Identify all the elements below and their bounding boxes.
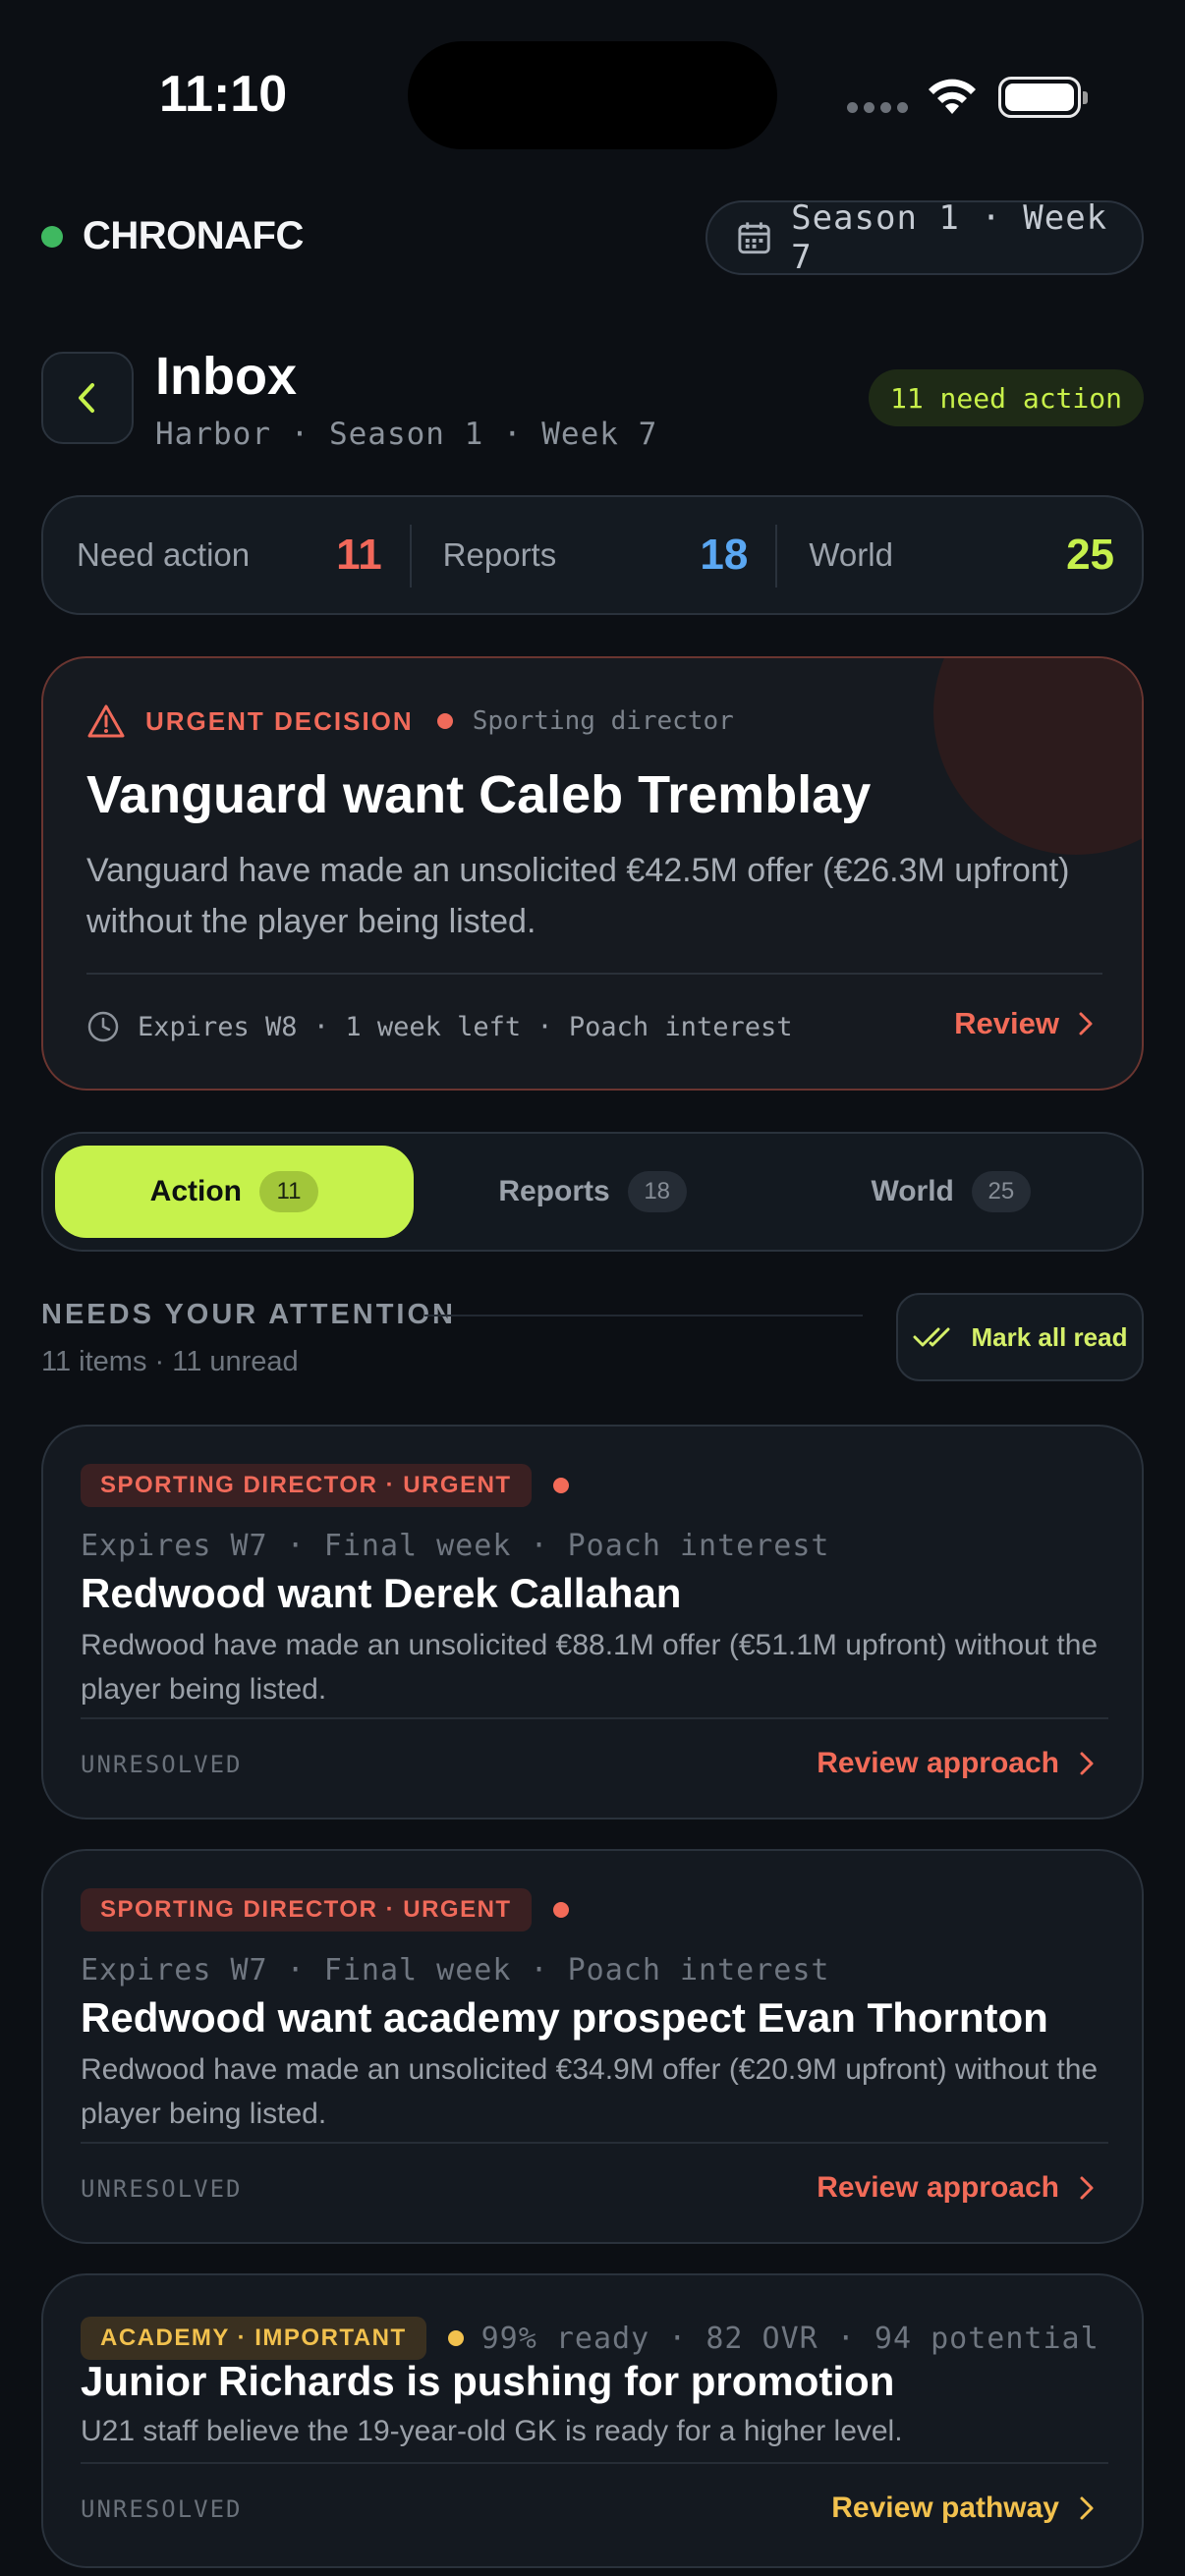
section-title: NEEDS YOUR ATTENTION: [41, 1299, 456, 1330]
card-status: UNRESOLVED: [81, 1751, 243, 1778]
review-label: Review: [954, 1006, 1059, 1040]
review-button[interactable]: Review: [954, 1006, 1095, 1041]
stat-value: 18: [700, 531, 749, 579]
divider: [81, 2462, 1108, 2464]
card-meta: 99% ready · 82 OVR · 94 potential: [480, 2321, 1100, 2356]
action-label: Review pathway: [831, 2492, 1059, 2524]
stat-world: World 25: [775, 497, 1142, 613]
warning-icon: [87, 704, 125, 738]
tab-label: World: [871, 1175, 954, 1207]
urgent-body: Vanguard have made an unsolicited €42.5M…: [86, 852, 1070, 940]
urgent-title: Vanguard want Caleb Tremblay: [86, 765, 872, 824]
inbox-card[interactable]: ACADEMY · IMPORTANT 99% ready · 82 OVR ·…: [41, 2273, 1144, 2568]
tab-reports[interactable]: Reports 18: [414, 1146, 772, 1238]
card-meta: Expires W7 · Final week · Poach interest: [81, 1529, 830, 1563]
double-check-icon: [913, 1327, 949, 1347]
stat-label: World: [809, 536, 893, 573]
review-pathway-button[interactable]: Review pathway: [831, 2492, 1095, 2525]
card-meta: Expires W7 · Final week · Poach interest: [81, 1953, 830, 1988]
mark-all-read-label: Mark all read: [971, 1321, 1128, 1352]
online-status-dot: [41, 226, 63, 248]
card-status: UNRESOLVED: [81, 2175, 243, 2203]
chevron-right-icon: [1080, 1752, 1094, 1775]
tab-label: Action: [149, 1175, 242, 1207]
back-button[interactable]: [41, 352, 134, 444]
action-label: Review approach: [817, 1747, 1059, 1779]
need-action-badge: 11 need action: [869, 369, 1144, 426]
divider: [86, 973, 1102, 975]
calendar-icon: [738, 222, 770, 254]
tab-count: 18: [627, 1171, 687, 1212]
card-title: Redwood want Derek Callahan: [81, 1570, 682, 1616]
review-approach-button[interactable]: Review approach: [817, 1747, 1095, 1780]
stat-need-action: Need action 11: [43, 497, 410, 613]
chevron-left-icon: [79, 383, 94, 413]
chevron-right-icon: [1080, 2176, 1094, 2200]
wifi-icon: [929, 79, 976, 114]
unread-dot: [447, 2330, 464, 2346]
season-week-label: Season 1 · Week 7: [791, 198, 1108, 277]
mark-all-read-button[interactable]: Mark all read: [896, 1293, 1144, 1381]
battery-icon: [998, 77, 1088, 118]
inbox-card[interactable]: SPORTING DIRECTOR · URGENT Expires W7 · …: [41, 1849, 1144, 2244]
divider: [81, 2142, 1108, 2144]
stat-value: 11: [336, 531, 382, 579]
unread-dot: [436, 713, 453, 729]
section-subtitle: 11 items · 11 unread: [41, 1346, 299, 1377]
brand-name: CHRONAFC: [83, 214, 304, 257]
card-body: Redwood have made an unsolicited €88.1M …: [81, 1629, 1099, 1706]
status-bar: 11:10: [0, 0, 1185, 196]
inbox-tabs: Action 11 Reports 18 World 25: [41, 1132, 1144, 1252]
tab-count: 25: [971, 1171, 1031, 1212]
tab-label: Reports: [498, 1175, 610, 1207]
decorative-glow: [933, 658, 1142, 855]
clock-icon: [87, 1011, 119, 1042]
unread-dot: [552, 1478, 569, 1493]
card-title: Junior Richards is pushing for promotion: [81, 2358, 895, 2404]
card-body: U21 staff believe the 19-year-old GK is …: [81, 2415, 903, 2447]
review-approach-button[interactable]: Review approach: [817, 2171, 1095, 2205]
card-status: UNRESOLVED: [81, 2495, 243, 2523]
dynamic-island: [408, 41, 777, 149]
category-badge: SPORTING DIRECTOR · URGENT: [81, 1464, 532, 1507]
urgent-tag: URGENT DECISION: [145, 705, 414, 736]
category-badge: SPORTING DIRECTOR · URGENT: [81, 1888, 532, 1932]
card-body: Redwood have made an unsolicited €34.9M …: [81, 2053, 1099, 2130]
stat-label: Need action: [77, 536, 251, 573]
divider: [81, 1717, 1108, 1719]
page-title: Inbox: [155, 347, 297, 406]
tab-count: 11: [259, 1171, 318, 1212]
stat-label: Reports: [442, 536, 557, 573]
unread-dot: [552, 1902, 569, 1918]
tab-action[interactable]: Action 11: [55, 1146, 414, 1238]
section-divider: [424, 1315, 863, 1316]
chevron-right-icon: [1079, 1012, 1093, 1036]
action-label: Review approach: [817, 2171, 1059, 2204]
page-subtitle: Harbor · Season 1 · Week 7: [155, 417, 658, 452]
chevron-right-icon: [1080, 2496, 1094, 2520]
stat-value: 25: [1066, 531, 1115, 579]
status-time: 11:10: [159, 66, 288, 123]
urgent-decision-card[interactable]: URGENT DECISION Sporting director Vangua…: [41, 656, 1144, 1091]
stat-reports: Reports 18: [409, 497, 776, 613]
tab-world[interactable]: World 25: [771, 1146, 1130, 1238]
category-badge: ACADEMY · IMPORTANT: [81, 2317, 426, 2360]
urgent-expiry: Expires W8 · 1 week left · Poach interes…: [138, 1011, 793, 1042]
urgent-sender: Sporting director: [472, 706, 734, 736]
cellular-signal-icon: [847, 102, 908, 113]
inbox-card[interactable]: SPORTING DIRECTOR · URGENT Expires W7 · …: [41, 1425, 1144, 1820]
season-week-selector[interactable]: Season 1 · Week 7: [705, 198, 1144, 277]
inbox-stats: Need action 11 Reports 18 World 25: [41, 495, 1144, 615]
card-title: Redwood want academy prospect Evan Thorn…: [81, 1994, 1048, 2041]
